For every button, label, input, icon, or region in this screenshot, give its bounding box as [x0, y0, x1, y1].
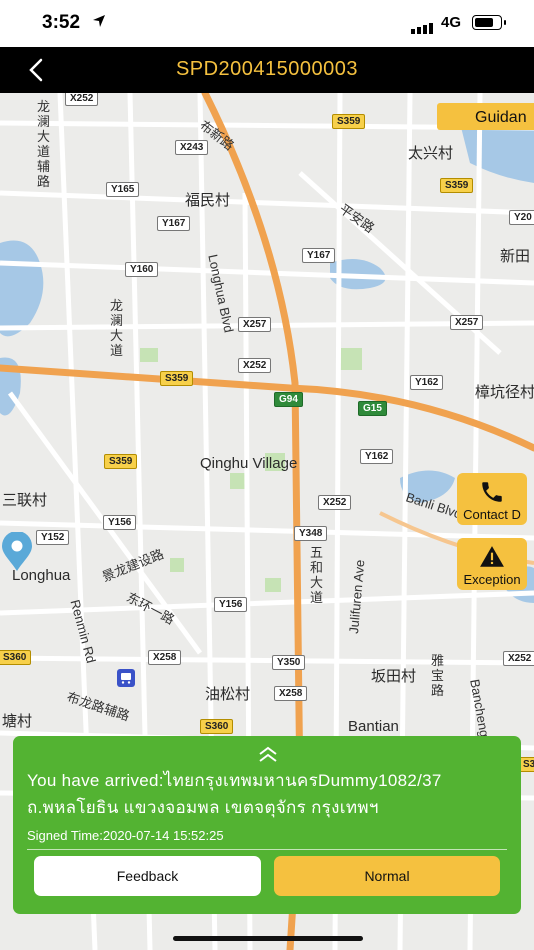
road-tag: S359 [332, 114, 366, 129]
signed-time: Signed Time:2020-07-14 15:52:25 [27, 828, 224, 843]
map-label: 塘村 [2, 713, 33, 730]
exception-button[interactable]: Exception [457, 538, 527, 590]
map-label: 五和大道 [310, 545, 324, 605]
road-tag: X252 [238, 358, 272, 373]
map-label: 龙澜大道辅路 [37, 99, 51, 189]
road-tag: X257 [450, 315, 484, 330]
road-tag: Y348 [294, 526, 328, 541]
road-tag: Y350 [272, 655, 306, 670]
network-type: 4G [441, 14, 462, 31]
contact-driver-button[interactable]: Contact D [457, 473, 527, 525]
map-label: 坂田村 [371, 668, 417, 685]
map-label: 三联村 [2, 492, 48, 509]
road-tag: Y20 [509, 210, 534, 225]
chevron-up-double-icon[interactable] [256, 745, 280, 763]
road-tag: X258 [148, 650, 182, 665]
road-tag: X258 [274, 686, 308, 701]
road-tag: Y160 [125, 262, 159, 277]
page-title: SPD200415000003 [175, 58, 359, 80]
warning-icon [480, 546, 504, 567]
signal-icon [411, 16, 435, 34]
road-tag: X243 [175, 140, 209, 155]
road-tag: X257 [238, 317, 272, 332]
map-label: 龙澜大道 [110, 298, 124, 358]
status-time: 3:52 [42, 12, 81, 33]
road-tag: Y162 [410, 375, 444, 390]
road-tag: Y156 [214, 597, 248, 612]
battery-icon [472, 15, 506, 30]
home-indicator[interactable] [173, 936, 363, 941]
road-tag: Y167 [302, 248, 336, 263]
map-label: 油松村 [205, 686, 251, 703]
road-tag: X252 [65, 93, 99, 106]
arrived-message: You have arrived:ไทยกรุงเทพมหานครDummy10… [27, 771, 442, 817]
nav-bar: SPD200415000003 [0, 47, 534, 93]
metro-icon [117, 669, 135, 687]
location-arrow-icon [93, 15, 105, 27]
map-label: Bantian [348, 718, 399, 735]
contact-driver-label: Contact D [463, 507, 521, 522]
divider [27, 849, 507, 850]
guidance-button[interactable]: Guidan [437, 103, 534, 130]
map-label: 福民村 [185, 192, 231, 209]
road-tag: X252 [503, 651, 534, 666]
road-tag: G94 [274, 392, 303, 407]
road-tag: X252 [318, 495, 352, 510]
arrival-panel: You have arrived:ไทยกรุงเทพมหานครDummy10… [13, 736, 521, 914]
road-tag: S359 [104, 454, 138, 469]
normal-button[interactable]: Normal [274, 856, 500, 896]
road-tag: Y156 [103, 515, 137, 530]
road-tag: S360 [0, 650, 32, 665]
exception-label: Exception [463, 572, 521, 587]
map-label: 雅宝路 [431, 653, 445, 698]
road-tag: Y152 [36, 530, 70, 545]
road-tag: Y167 [157, 216, 191, 231]
map-label: Qinghu Village [200, 455, 298, 472]
map-label: 樟坑径村 [475, 384, 534, 401]
road-tag: S360 [200, 719, 234, 734]
road-tag: S359 [160, 371, 194, 386]
road-tag: Y162 [360, 449, 394, 464]
feedback-button[interactable]: Feedback [34, 856, 261, 896]
map-label: 新田 [500, 248, 531, 265]
status-bar: 3:52 4G [0, 0, 534, 47]
road-tag: G15 [358, 401, 387, 416]
map-label: 太兴村 [408, 145, 454, 162]
location-pin-icon[interactable] [0, 532, 34, 572]
road-tag: S359 [440, 178, 474, 193]
phone-icon [482, 482, 502, 502]
road-tag: Y165 [106, 182, 140, 197]
